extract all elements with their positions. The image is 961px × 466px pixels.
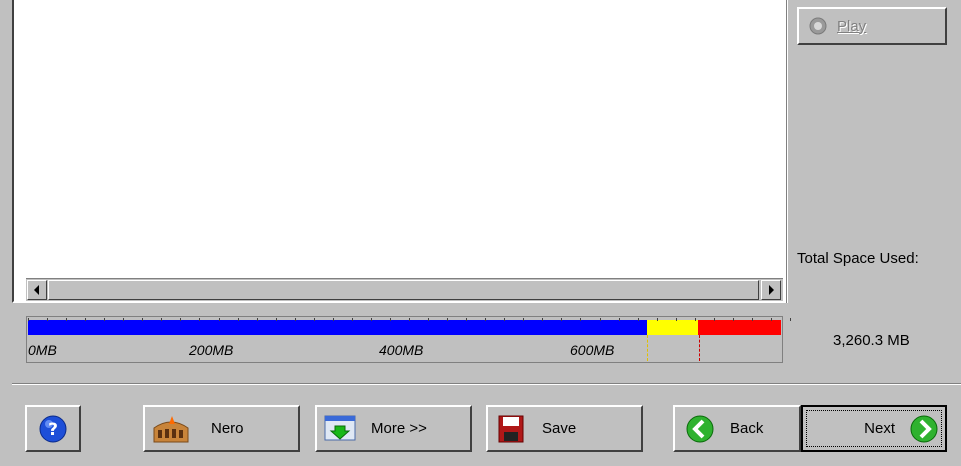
next-button[interactable]: Next (801, 405, 947, 452)
more-options-icon (323, 414, 357, 444)
capacity-tick (161, 318, 162, 321)
capacity-tick (542, 318, 543, 321)
nero-label: Nero (211, 420, 244, 437)
focus-rectangle (806, 410, 942, 447)
capacity-tick (333, 318, 334, 321)
capacity-tick (428, 318, 429, 321)
floppy-disk-icon (498, 415, 524, 443)
scroll-left-button[interactable] (27, 280, 47, 300)
play-icon (809, 17, 827, 35)
capacity-tick (771, 318, 772, 321)
play-label: Play (837, 17, 867, 35)
arrow-left-icon (34, 285, 39, 295)
capacity-tick (28, 318, 29, 321)
capacity-tick (85, 318, 86, 321)
back-label: Back (730, 420, 764, 437)
nero-button[interactable]: Nero (143, 405, 300, 452)
capacity-tick (219, 318, 220, 321)
capacity-tick (695, 318, 696, 321)
capacity-tick (676, 318, 677, 321)
capacity-tick (504, 318, 505, 321)
capacity-tick (409, 318, 410, 321)
capacity-tick (199, 318, 200, 321)
capacity-tick (66, 318, 67, 321)
capacity-tick (295, 318, 296, 321)
play-button[interactable]: Play (797, 7, 947, 45)
capacity-tick (142, 318, 143, 321)
scroll-right-button[interactable] (761, 280, 781, 300)
capacity-tick (733, 318, 734, 321)
horizontal-scrollbar[interactable] (26, 278, 783, 301)
capacity-tick (352, 318, 353, 321)
scale-label-400: 400MB (379, 342, 424, 358)
capacity-tick (523, 318, 524, 321)
back-button[interactable]: Back (673, 405, 801, 452)
save-label: Save (542, 420, 577, 437)
scale-label-600: 600MB (570, 342, 615, 358)
capacity-tick (600, 318, 601, 321)
warning-space-segment (647, 320, 698, 335)
capacity-tick (104, 318, 105, 321)
capacity-tick (657, 318, 658, 321)
capacity-tick (257, 318, 258, 321)
back-arrow-icon (685, 414, 715, 444)
overflow-space-segment (698, 320, 781, 335)
help-icon: ? (38, 414, 68, 444)
capacity-tick (619, 318, 620, 321)
capacity-tick (276, 318, 277, 321)
scale-label-0: 0MB (28, 342, 57, 358)
capacity-limit-marker (699, 335, 700, 361)
capacity-tick (561, 318, 562, 321)
capacity-tick (390, 318, 391, 321)
capacity-tick (47, 318, 48, 321)
colosseum-icon (151, 414, 191, 444)
scrollbar-thumb[interactable] (48, 280, 759, 300)
panel-separator (786, 0, 788, 303)
capacity-tick (790, 318, 791, 321)
capacity-tick (238, 318, 239, 321)
capacity-tick (371, 318, 372, 321)
capacity-tick (580, 318, 581, 321)
capacity-tick (485, 318, 486, 321)
svg-text:?: ? (48, 420, 58, 440)
capacity-tick (466, 318, 467, 321)
capacity-tick (180, 318, 181, 321)
capacity-bar: 0MB 200MB 400MB 600MB (26, 316, 791, 363)
arrow-right-icon (769, 285, 774, 295)
used-space-segment (28, 320, 647, 335)
file-list[interactable] (12, 0, 786, 303)
capacity-tick (123, 318, 124, 321)
capacity-tick (638, 318, 639, 321)
more-label: More >> (371, 420, 427, 437)
scale-label-200: 200MB (189, 342, 234, 358)
capacity-tick (314, 318, 315, 321)
capacity-warning-marker (647, 335, 648, 361)
capacity-tick (447, 318, 448, 321)
left-margin (0, 0, 12, 383)
save-button[interactable]: Save (486, 405, 643, 452)
more-button[interactable]: More >> (315, 405, 472, 452)
capacity-tick (714, 318, 715, 321)
capacity-tick (752, 318, 753, 321)
help-button[interactable]: ? (25, 405, 81, 452)
total-space-value: 3,260.3 MB (833, 332, 910, 349)
total-space-label: Total Space Used: (797, 250, 919, 267)
footer-divider (12, 383, 961, 385)
